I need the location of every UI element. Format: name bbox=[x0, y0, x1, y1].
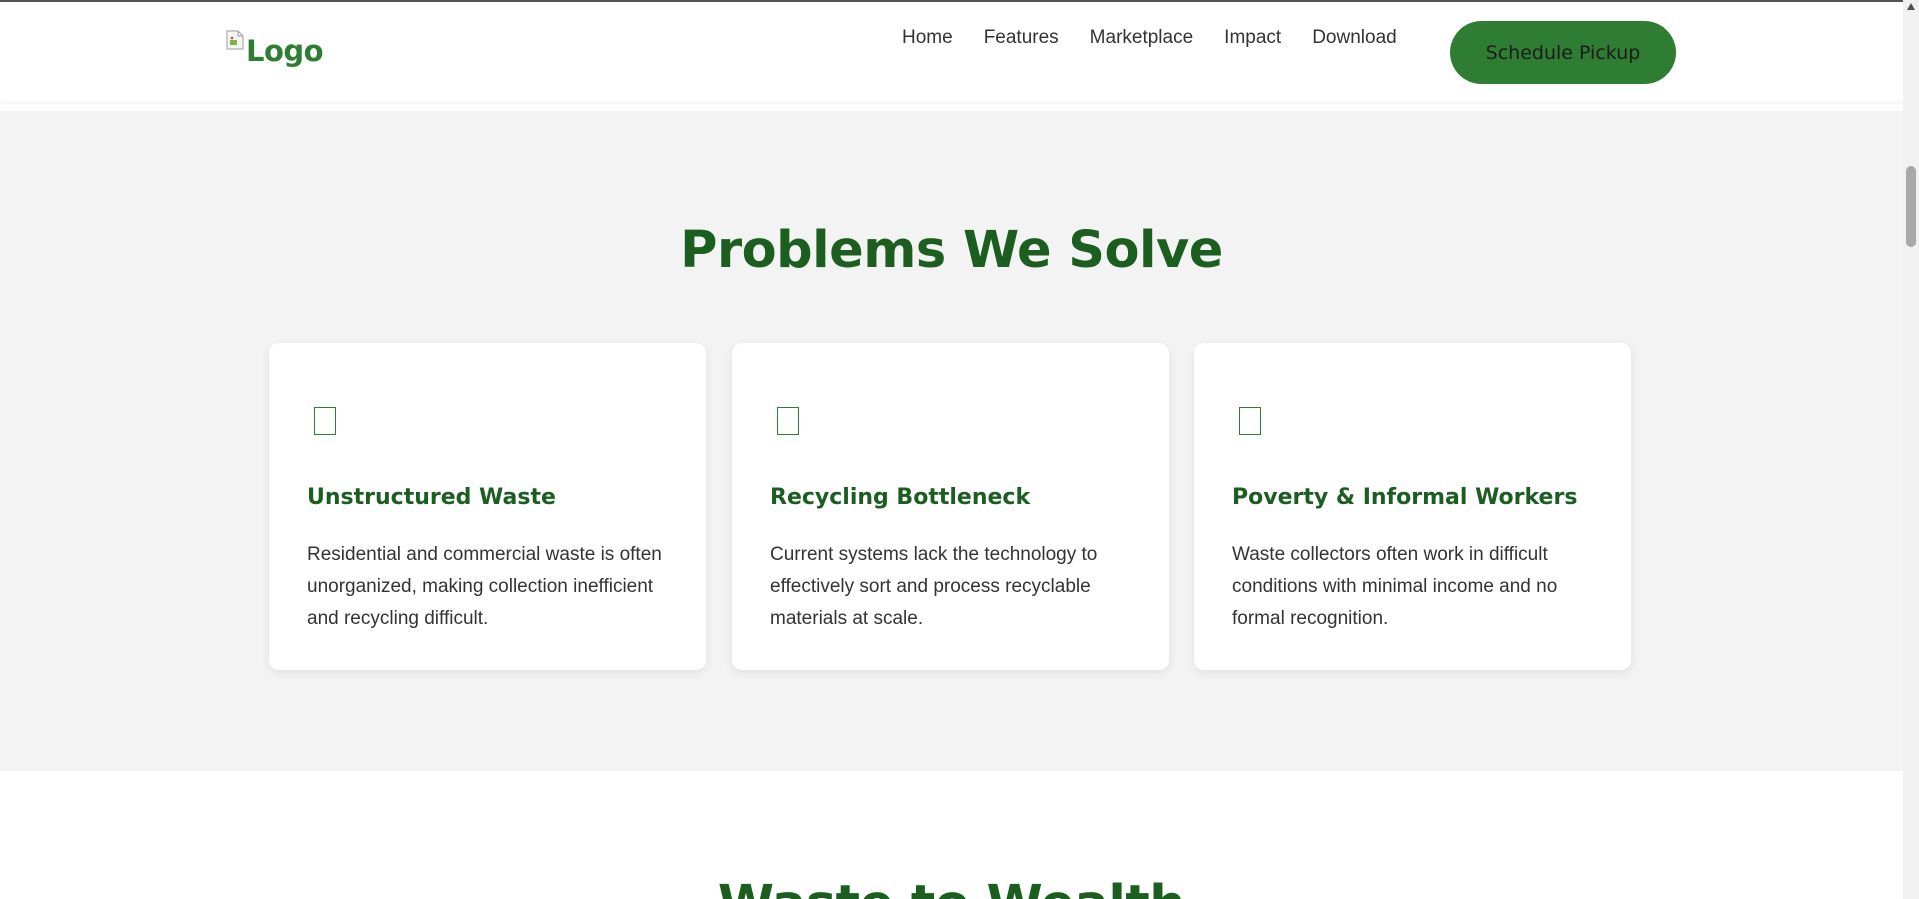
schedule-pickup-button[interactable]: Schedule Pickup bbox=[1450, 21, 1676, 84]
glyph-placeholder-icon bbox=[314, 407, 336, 435]
problem-card-unstructured-waste: Unstructured Waste Residential and comme… bbox=[269, 343, 706, 670]
logo-link[interactable]: Logo bbox=[226, 28, 324, 68]
glyph-placeholder-icon bbox=[777, 407, 799, 435]
section-title: Waste to Wealth bbox=[0, 875, 1903, 899]
waste-to-wealth-section: Waste to Wealth bbox=[0, 771, 1903, 899]
logo-alt-text: Logo bbox=[246, 34, 324, 68]
navbar: Logo Home Features Marketplace Impact Do… bbox=[0, 2, 1903, 101]
glyph-placeholder-icon bbox=[1239, 407, 1261, 435]
main-nav: Home Features Marketplace Impact Downloa… bbox=[902, 27, 1428, 49]
problem-card-poverty-informal-workers: Poverty & Informal Workers Waste collect… bbox=[1194, 343, 1631, 670]
vertical-scrollbar[interactable] bbox=[1903, 0, 1919, 899]
nav-link-features[interactable]: Features bbox=[984, 27, 1059, 49]
section-title: Problems We Solve bbox=[680, 221, 1223, 280]
problem-card-recycling-bottleneck: Recycling Bottleneck Current systems lac… bbox=[732, 343, 1169, 670]
card-title: Poverty & Informal Workers bbox=[1232, 485, 1578, 510]
nav-link-marketplace[interactable]: Marketplace bbox=[1090, 27, 1194, 49]
problems-section: Problems We Solve Unstructured Waste Res… bbox=[0, 111, 1903, 771]
card-description: Residential and commercial waste is ofte… bbox=[307, 544, 662, 629]
nav-link-home[interactable]: Home bbox=[902, 27, 953, 49]
nav-link-impact[interactable]: Impact bbox=[1224, 27, 1281, 49]
card-description: Current systems lack the technology to e… bbox=[770, 544, 1098, 629]
card-title: Unstructured Waste bbox=[307, 485, 556, 510]
nav-link-download[interactable]: Download bbox=[1312, 27, 1397, 49]
scroll-up-arrow-icon[interactable] bbox=[1907, 3, 1915, 10]
broken-image-icon bbox=[226, 30, 246, 50]
card-title: Recycling Bottleneck bbox=[770, 485, 1031, 510]
page: Logo Home Features Marketplace Impact Do… bbox=[0, 0, 1903, 899]
scrollbar-thumb[interactable] bbox=[1906, 166, 1916, 247]
card-description: Waste collectors often work in difficult… bbox=[1232, 544, 1558, 629]
